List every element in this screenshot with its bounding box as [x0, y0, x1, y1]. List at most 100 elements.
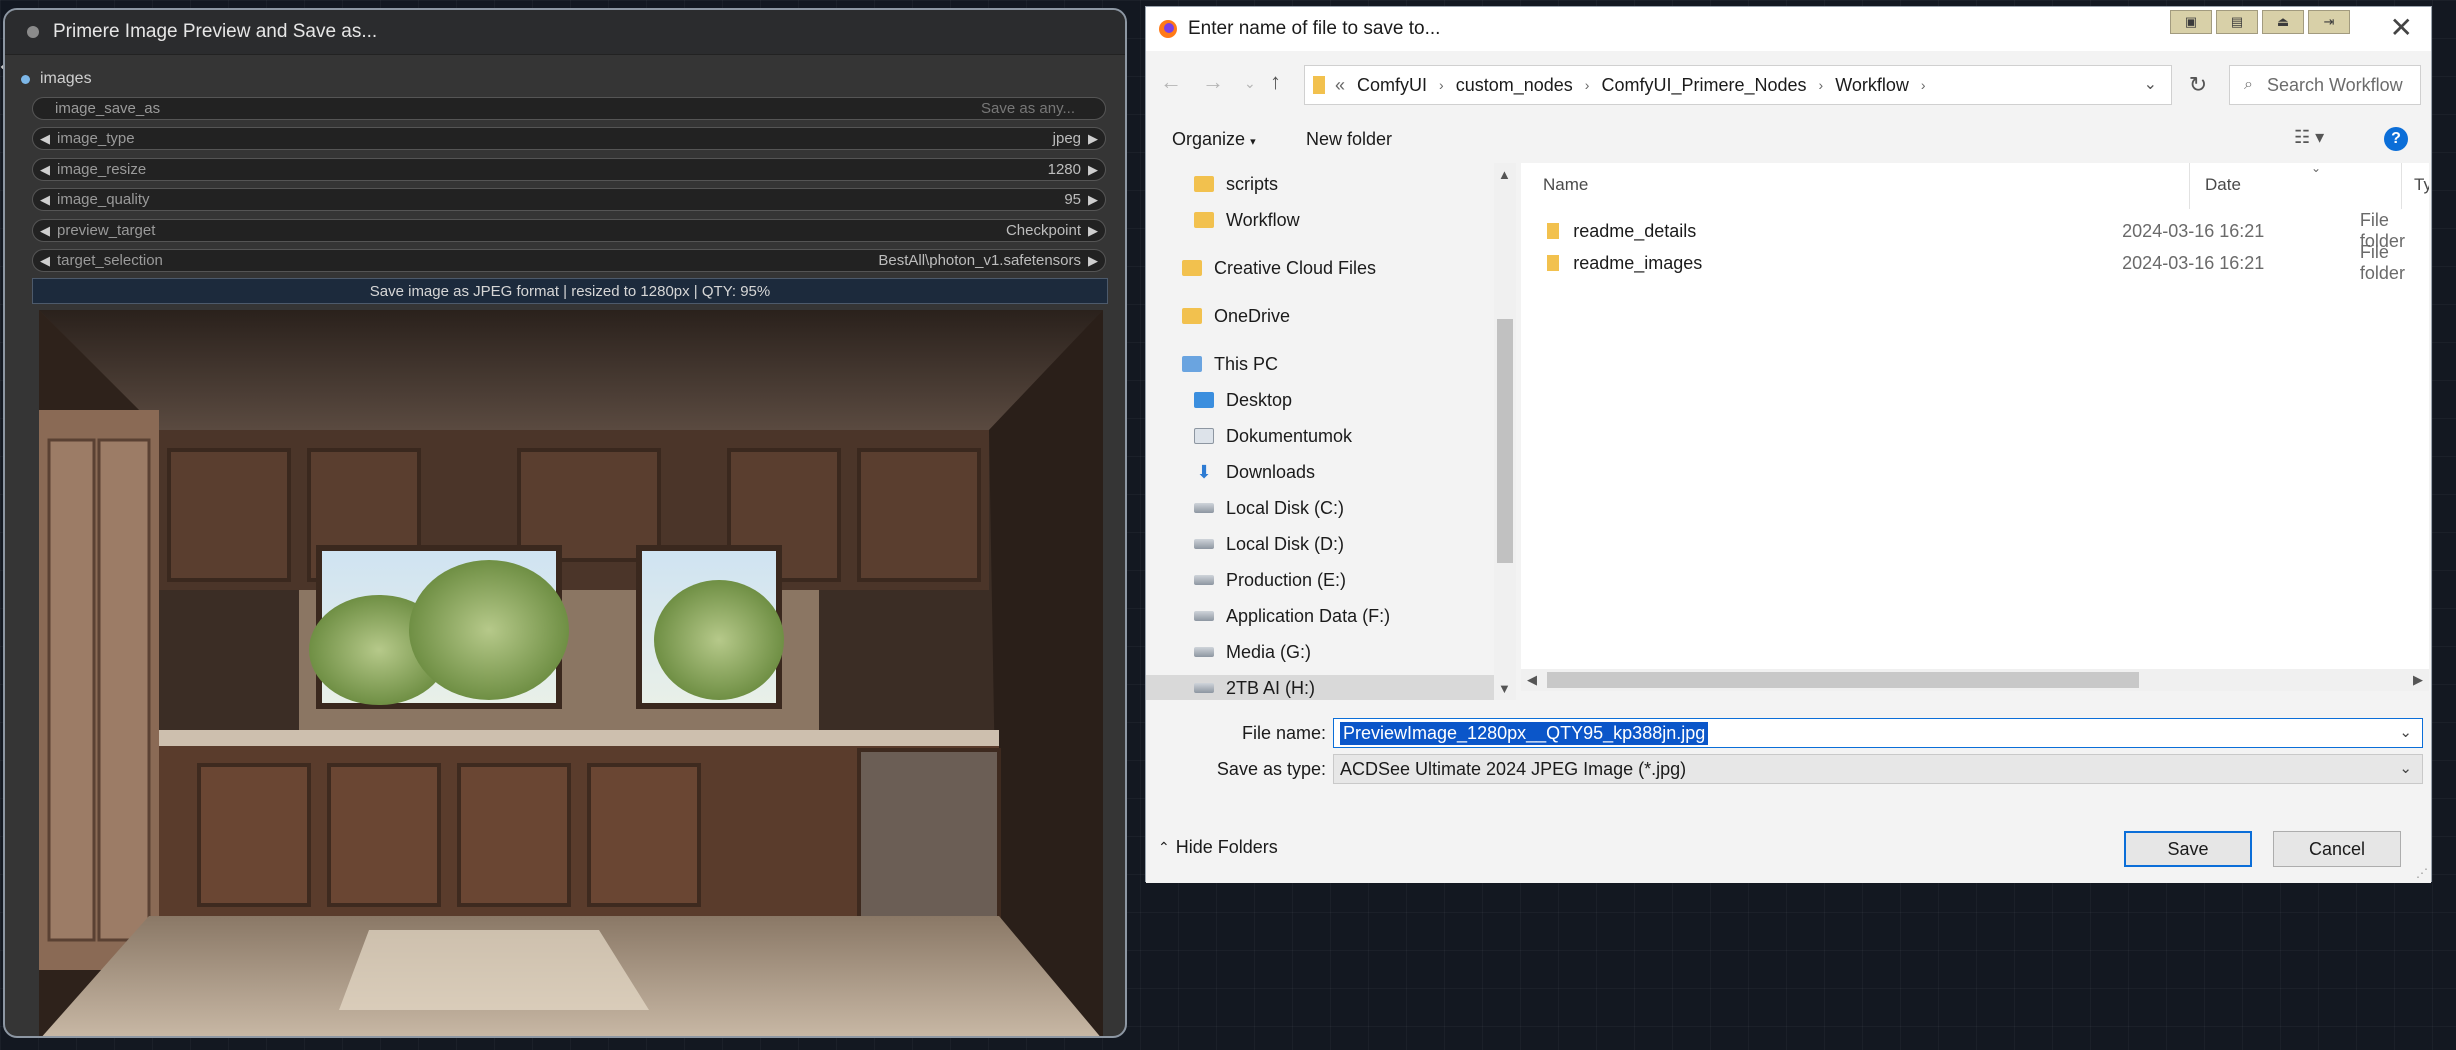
eject-icon[interactable]: ⏏: [2262, 10, 2304, 34]
nav-item-desktop[interactable]: Desktop: [1194, 387, 1292, 413]
widget-image-type[interactable]: ◀ image_type jpeg ▶: [32, 127, 1106, 150]
scroll-down-icon[interactable]: ▼: [1498, 681, 1511, 696]
nav-item-disk-d[interactable]: Local Disk (D:): [1194, 531, 1344, 557]
node-collapse-dot[interactable]: [27, 26, 39, 38]
decrement-arrow-icon[interactable]: ◀: [33, 253, 57, 269]
save-button[interactable]: Save: [2124, 831, 2252, 867]
forward-arrow-icon[interactable]: →: [1202, 69, 1224, 95]
nav-item-disk-h[interactable]: 2TB AI (H:): [1146, 675, 1494, 700]
widget-image-save-as[interactable]: image_save_as Save as any...: [32, 97, 1106, 120]
file-row-readme-details[interactable]: readme_details 2024-03-16 16:21 File fol…: [1521, 210, 2429, 251]
desktop-icon: [1194, 392, 1214, 408]
chevron-right-icon[interactable]: ›: [1819, 77, 1824, 93]
folder-tool-icon[interactable]: ▤: [2216, 10, 2258, 34]
recent-locations-icon[interactable]: ⌄: [1244, 75, 1256, 92]
breadcrumb-primere-nodes[interactable]: ComfyUI_Primere_Nodes: [1601, 75, 1806, 96]
scrollbar-thumb[interactable]: [1547, 672, 2139, 688]
column-divider[interactable]: [2189, 163, 2190, 209]
close-icon[interactable]: ✕: [2390, 13, 2413, 43]
address-dropdown-icon[interactable]: ⌄: [2144, 74, 2157, 94]
hide-folders-toggle[interactable]: ⌃ Hide Folders: [1158, 837, 1278, 858]
decrement-arrow-icon[interactable]: ◀: [33, 162, 57, 178]
chevron-right-icon[interactable]: ›: [1585, 77, 1590, 93]
chevron-down-icon[interactable]: ⌄: [2399, 759, 2412, 777]
address-bar[interactable]: « ComfyUI › custom_nodes › ComfyUI_Prime…: [1304, 65, 2172, 105]
breadcrumb-comfyui[interactable]: ComfyUI: [1357, 75, 1427, 96]
column-header-type[interactable]: Type: [2414, 175, 2429, 195]
file-name-input[interactable]: PreviewImage_1280px__QTY95_kp388jn.jpg ⌄: [1333, 718, 2423, 748]
widget-value: 1280: [1047, 161, 1081, 178]
chevron-right-icon[interactable]: ›: [1921, 77, 1926, 93]
pin-icon[interactable]: ⇥: [2308, 10, 2350, 34]
decrement-arrow-icon[interactable]: ◀: [33, 131, 57, 147]
widget-image-resize[interactable]: ◀ image_resize 1280 ▶: [32, 158, 1106, 181]
file-name: readme_details: [1573, 220, 1697, 241]
nav-item-this-pc[interactable]: This PC: [1182, 351, 1278, 377]
column-divider[interactable]: [2401, 163, 2402, 209]
decrement-arrow-icon[interactable]: ◀: [33, 223, 57, 239]
nav-item-label: Media (G:): [1226, 641, 1312, 662]
widget-target-selection[interactable]: ◀ target_selection BestAll\photon_v1.saf…: [32, 249, 1106, 272]
refresh-icon[interactable]: ↻: [2176, 65, 2220, 105]
widget-label: target_selection: [57, 252, 163, 269]
input-slot-dot[interactable]: [21, 74, 30, 84]
nav-item-disk-e[interactable]: Production (E:): [1194, 567, 1346, 593]
breadcrumb-workflow[interactable]: Workflow: [1835, 75, 1909, 96]
search-input[interactable]: ⌕ Search Workflow: [2229, 65, 2421, 105]
node-input-images[interactable]: images: [21, 70, 92, 88]
view-options-icon[interactable]: ☷ ▾: [2294, 127, 2324, 148]
node-title-bar[interactable]: Primere Image Preview and Save as...: [5, 10, 1125, 55]
increment-arrow-icon[interactable]: ▶: [1081, 192, 1105, 208]
file-name-value: PreviewImage_1280px__QTY95_kp388jn.jpg: [1340, 721, 1709, 745]
nav-item-workflow[interactable]: Workflow: [1194, 207, 1300, 233]
new-folder-button[interactable]: New folder: [1306, 129, 1392, 150]
primere-preview-node[interactable]: Primere Image Preview and Save as... ima…: [3, 8, 1127, 1038]
nav-item-disk-c[interactable]: Local Disk (C:): [1194, 495, 1344, 521]
drive-icon: [1194, 503, 1214, 513]
organize-button[interactable]: Organize ▾: [1172, 129, 1256, 150]
breadcrumb-overflow[interactable]: «: [1335, 75, 1345, 96]
firefox-icon: [1159, 20, 1177, 38]
nav-item-disk-g[interactable]: Media (G:): [1194, 639, 1311, 665]
chevron-down-icon[interactable]: ⌄: [2399, 723, 2412, 741]
decrement-arrow-icon[interactable]: ◀: [33, 192, 57, 208]
nav-item-disk-f[interactable]: Application Data (F:): [1194, 603, 1390, 629]
increment-arrow-icon[interactable]: ▶: [1081, 253, 1105, 269]
pc-icon: [1182, 356, 1202, 372]
nav-item-creative-cloud[interactable]: Creative Cloud Files: [1182, 255, 1376, 281]
document-icon: [1194, 428, 1214, 444]
nav-item-downloads[interactable]: ⬇ Downloads: [1194, 459, 1315, 485]
scroll-right-icon[interactable]: ▶: [2413, 672, 2423, 688]
capture-icon[interactable]: ▣: [2170, 10, 2212, 34]
help-icon[interactable]: ?: [2384, 127, 2408, 151]
scroll-up-icon[interactable]: ▲: [1498, 167, 1511, 182]
column-header-name[interactable]: Name: [1543, 175, 1588, 195]
save-form: File name: PreviewImage_1280px__QTY95_kp…: [1146, 707, 2431, 883]
save-type-select[interactable]: ACDSee Ultimate 2024 JPEG Image (*.jpg) …: [1333, 754, 2423, 784]
file-row-readme-images[interactable]: readme_images 2024-03-16 16:21 File fold…: [1521, 242, 2429, 283]
up-arrow-icon[interactable]: ↑: [1270, 69, 1281, 95]
increment-arrow-icon[interactable]: ▶: [1081, 131, 1105, 147]
widget-image-quality[interactable]: ◀ image_quality 95 ▶: [32, 188, 1106, 211]
widget-preview-target[interactable]: ◀ preview_target Checkpoint ▶: [32, 219, 1106, 242]
drive-icon: [1194, 683, 1214, 693]
input-label: images: [40, 70, 92, 87]
breadcrumb-custom-nodes[interactable]: custom_nodes: [1456, 75, 1573, 96]
back-arrow-icon[interactable]: ←: [1160, 69, 1182, 95]
scroll-left-icon[interactable]: ◀: [1527, 672, 1537, 688]
nav-item-documents[interactable]: Dokumentumok: [1194, 423, 1352, 449]
widget-value: BestAll\photon_v1.safetensors: [878, 252, 1081, 269]
nav-item-scripts[interactable]: scripts: [1194, 171, 1278, 197]
increment-arrow-icon[interactable]: ▶: [1081, 223, 1105, 239]
increment-arrow-icon[interactable]: ▶: [1081, 162, 1105, 178]
search-icon: ⌕: [2244, 76, 2253, 93]
cancel-button[interactable]: Cancel: [2273, 831, 2401, 867]
chevron-right-icon[interactable]: ›: [1439, 77, 1444, 93]
nav-pane-scrollbar[interactable]: ▲ ▼: [1494, 163, 1516, 700]
resize-grip-icon[interactable]: ⋰: [2416, 866, 2428, 880]
dialog-title-bar[interactable]: Enter name of file to save to... ▣ ▤ ⏏ ⇥…: [1146, 7, 2431, 51]
column-header-date[interactable]: Date: [2205, 175, 2241, 195]
file-list-scrollbar[interactable]: ◀ ▶: [1521, 669, 2429, 691]
nav-item-onedrive[interactable]: OneDrive: [1182, 303, 1290, 329]
scrollbar-thumb[interactable]: [1497, 319, 1513, 563]
